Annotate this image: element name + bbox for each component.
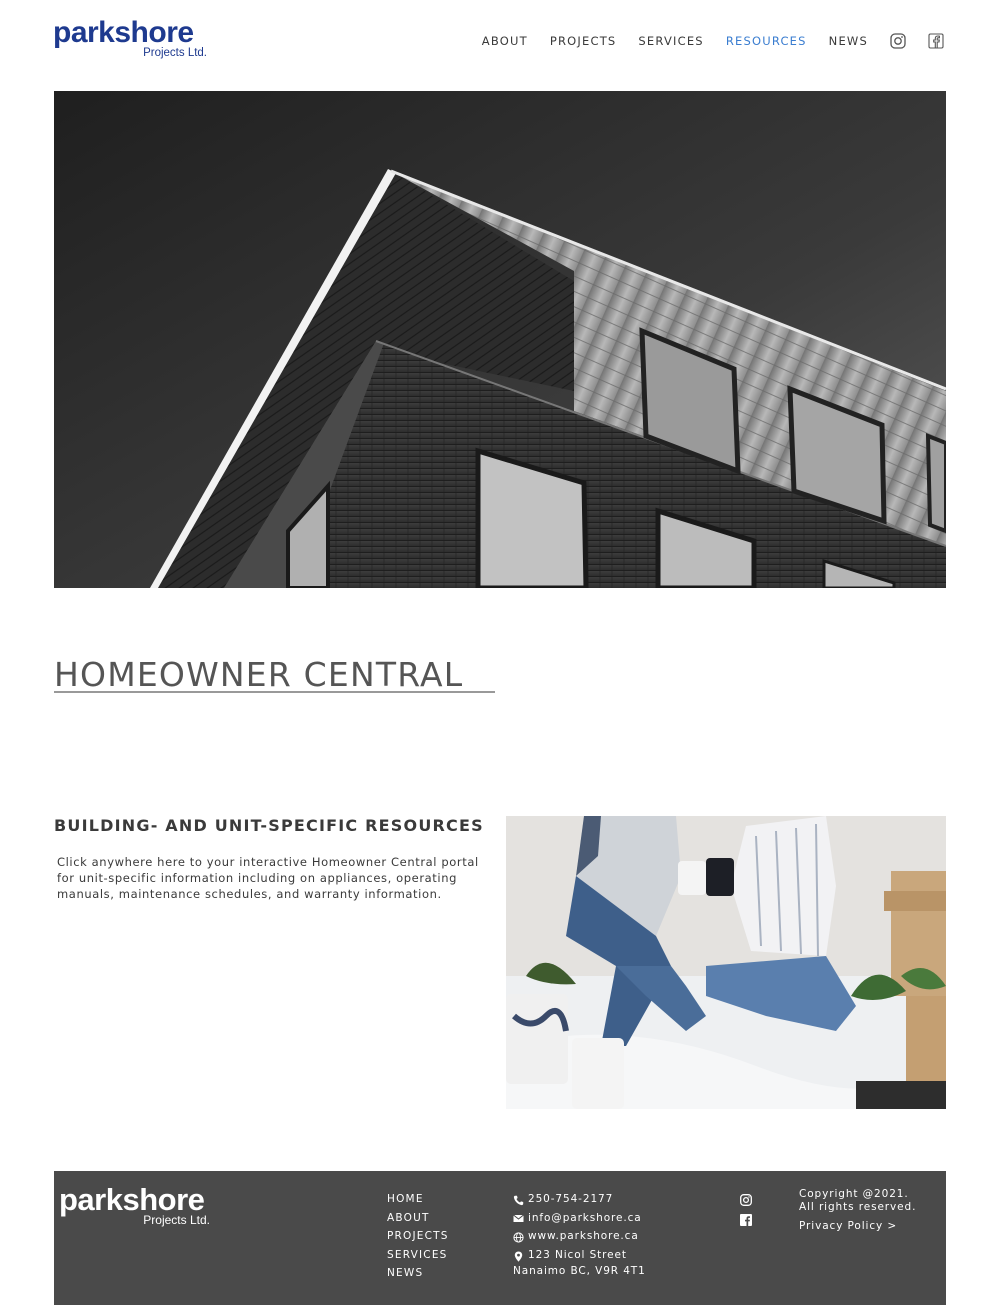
footer-email-row[interactable]: info@parkshore.ca [513, 1209, 646, 1228]
footer-legal: Copyright @2021. All rights reserved. Pr… [799, 1188, 916, 1233]
site-footer: parkshore Projects Ltd. HOME ABOUT PROJE… [54, 1171, 946, 1305]
footer-nav-news[interactable]: NEWS [387, 1264, 449, 1283]
section-heading: BUILDING- AND UNIT-SPECIFIC RESOURCES [54, 816, 484, 835]
hero-building-image [54, 91, 946, 588]
section-body-link[interactable]: Click anywhere here to your interactive … [57, 854, 487, 902]
footer-nav-services[interactable]: SERVICES [387, 1246, 449, 1265]
main-nav: ABOUT PROJECTS SERVICES RESOURCES NEWS [460, 33, 944, 49]
footer-phone-row[interactable]: 250-754-2177 [513, 1190, 646, 1209]
phone-icon [513, 1194, 524, 1205]
footer-copyright-line1: Copyright @2021. [799, 1188, 909, 1200]
footer-copyright-line2: All rights reserved. [799, 1201, 917, 1213]
footer-website-row[interactable]: www.parkshore.ca [513, 1227, 646, 1246]
footer-social [740, 1191, 754, 1231]
footer-address-line2: Nanaimo BC, V9R 4T1 [513, 1265, 646, 1278]
footer-website: www.parkshore.ca [528, 1230, 639, 1243]
title-underline [54, 691, 495, 693]
footer-instagram-icon[interactable] [740, 1191, 752, 1206]
logo[interactable]: parkshore Projects Ltd. [53, 16, 213, 62]
nav-news[interactable]: NEWS [829, 34, 868, 48]
footer-logo-tagline: Projects Ltd. [143, 1213, 210, 1227]
footer-nav-projects[interactable]: PROJECTS [387, 1227, 449, 1246]
facebook-icon[interactable] [928, 33, 944, 49]
nav-about[interactable]: ABOUT [482, 34, 528, 48]
page-title: HOMEOWNER CENTRAL [54, 655, 464, 694]
footer-nav-about[interactable]: ABOUT [387, 1209, 449, 1228]
footer-address-row: 123 Nicol Street [513, 1246, 646, 1265]
globe-icon [513, 1231, 524, 1243]
footer-nav-home[interactable]: HOME [387, 1190, 449, 1209]
privacy-policy-link[interactable]: Privacy Policy > [799, 1220, 916, 1233]
footer-logo[interactable]: parkshore Projects Ltd. [59, 1182, 219, 1227]
mail-icon [513, 1212, 524, 1223]
nav-projects[interactable]: PROJECTS [550, 34, 617, 48]
nav-resources[interactable]: RESOURCES [726, 34, 807, 48]
logo-tagline: Projects Ltd. [143, 47, 207, 59]
map-pin-icon [513, 1250, 524, 1262]
instagram-icon[interactable] [890, 33, 906, 49]
footer-nav: HOME ABOUT PROJECTS SERVICES NEWS [387, 1190, 449, 1283]
footer-facebook-icon[interactable] [740, 1211, 752, 1226]
footer-phone: 250-754-2177 [528, 1193, 614, 1205]
homeowners-photo[interactable] [506, 816, 946, 1109]
logo-wordmark: parkshore [53, 16, 194, 49]
footer-email: info@parkshore.ca [528, 1211, 642, 1224]
footer-address-line1: 123 Nicol Street [528, 1248, 627, 1261]
footer-contact: 250-754-2177 info@parkshore.ca www.parks… [513, 1190, 646, 1278]
nav-services[interactable]: SERVICES [638, 34, 703, 48]
